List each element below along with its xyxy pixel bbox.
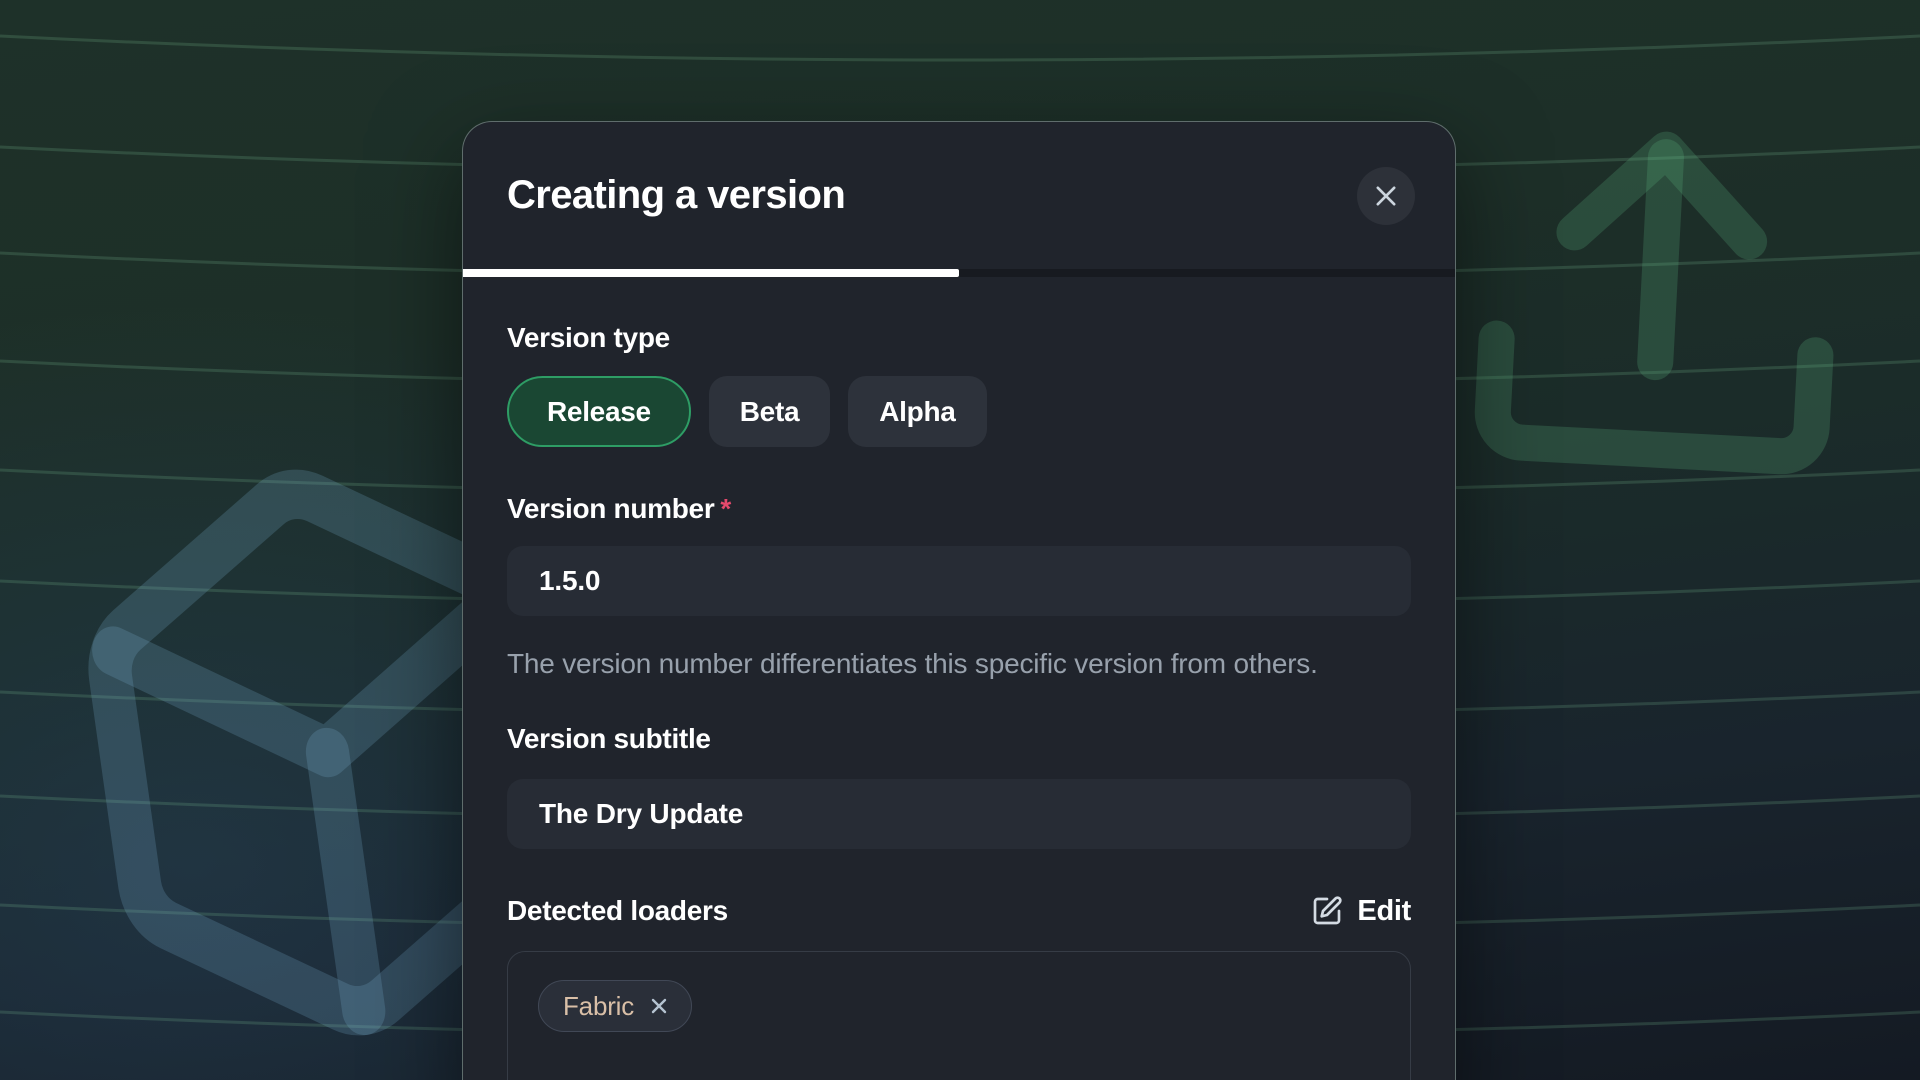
version-number-helper-text: The version number differentiates this s…	[507, 642, 1367, 686]
modal-title: Creating a version	[507, 173, 845, 218]
modal-body: Version type Release Beta Alpha Version …	[463, 321, 1455, 1080]
x-icon	[647, 994, 671, 1018]
edit-loaders-button[interactable]: Edit	[1311, 895, 1411, 928]
required-asterisk: *	[720, 493, 731, 524]
modal-header: Creating a version	[463, 122, 1455, 269]
version-type-option-beta[interactable]: Beta	[709, 376, 831, 447]
close-icon	[1372, 182, 1400, 210]
version-number-input[interactable]	[507, 546, 1411, 616]
version-subtitle-input[interactable]	[507, 779, 1411, 849]
upload-arrow-icon	[1458, 100, 1858, 517]
create-version-modal: Creating a version Version type Release …	[462, 121, 1456, 1080]
close-button[interactable]	[1357, 167, 1415, 225]
loader-chip-label: Fabric	[563, 991, 634, 1022]
version-type-options: Release Beta Alpha	[507, 376, 1411, 447]
version-type-label: Version type	[507, 321, 1411, 355]
progress-bar	[463, 269, 1455, 277]
page-background: Creating a version Version type Release …	[0, 0, 1920, 1080]
version-type-option-release[interactable]: Release	[507, 376, 691, 447]
loader-chip-fabric: Fabric	[538, 980, 692, 1032]
edit-label: Edit	[1357, 895, 1411, 928]
version-subtitle-label: Version subtitle	[507, 722, 1411, 756]
edit-icon	[1311, 895, 1343, 927]
detected-loaders-row: Detected loaders Edit	[507, 894, 1411, 928]
detected-loaders-label: Detected loaders	[507, 894, 728, 928]
remove-loader-button[interactable]	[647, 994, 671, 1018]
progress-fill	[463, 269, 959, 277]
version-number-label: Version number*	[507, 492, 1411, 526]
version-type-option-alpha[interactable]: Alpha	[848, 376, 986, 447]
detected-loaders-container: Fabric	[507, 951, 1411, 1080]
